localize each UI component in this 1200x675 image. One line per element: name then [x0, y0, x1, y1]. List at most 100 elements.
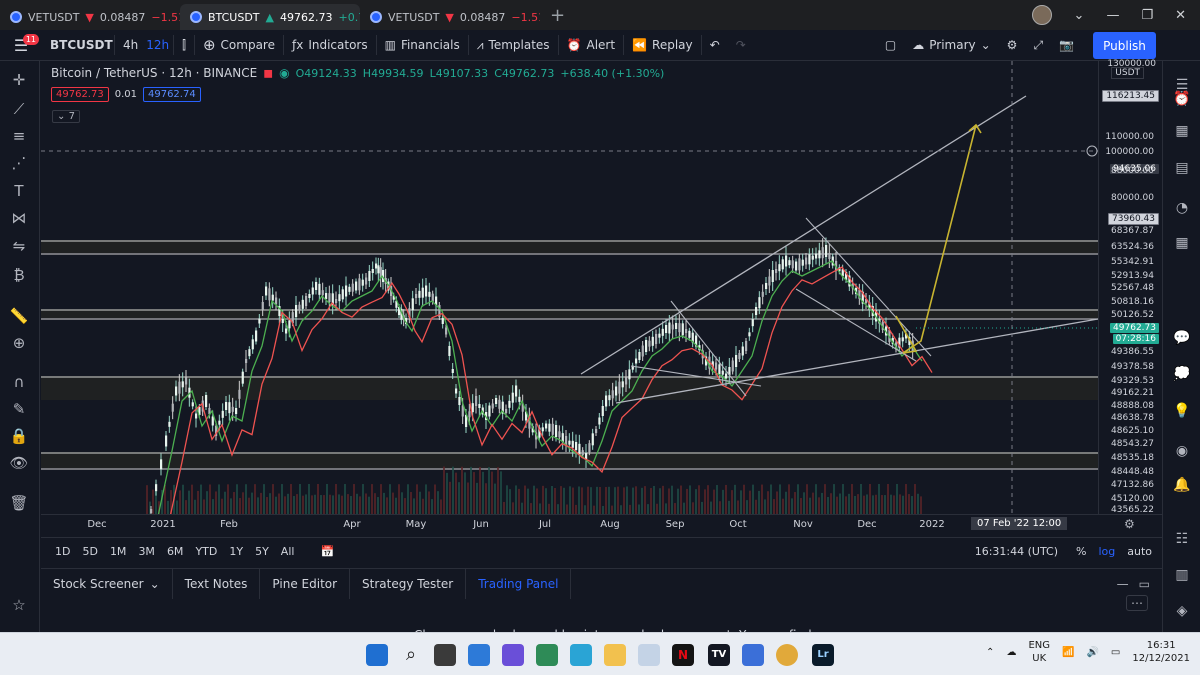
settings-button[interactable]: ⚙ — [999, 30, 1026, 61]
calendar-icon[interactable]: ▦ — [1172, 233, 1192, 253]
data-window-icon[interactable]: ▦ — [1172, 121, 1192, 141]
layers-icon[interactable]: ◈ — [1172, 601, 1192, 621]
hotlist-icon[interactable]: ◔ — [1172, 198, 1192, 218]
wifi-icon[interactable]: 📶 — [1062, 647, 1074, 658]
sell-price-button[interactable]: 49762.73 — [51, 87, 109, 102]
netflix-icon[interactable]: N — [672, 644, 694, 666]
ideas-icon[interactable]: 💭 — [1172, 364, 1192, 384]
browser-tab-vetusdt-2[interactable]: VETUSDT ▼ 0.08487 −1.51 ✕ — [360, 4, 540, 30]
battery-icon[interactable]: ▭ — [1111, 647, 1120, 658]
compare-button[interactable]: ⊕ Compare — [195, 30, 283, 61]
range-5y[interactable]: 5Y — [249, 545, 275, 558]
projection-icon[interactable]: ⋈ — [8, 207, 30, 229]
order-panel-icon[interactable]: ▥ — [1172, 565, 1192, 585]
task-view-icon[interactable] — [434, 644, 456, 666]
percent-scale-toggle[interactable]: % — [1076, 545, 1086, 558]
browser-tab-btcusdt[interactable]: BTCUSDT ▲ 49762.73 +0.7 ✕ — [180, 4, 360, 30]
store-icon[interactable] — [536, 644, 558, 666]
widgets-icon[interactable] — [468, 644, 490, 666]
pencil-lock-icon[interactable]: ✎ — [8, 398, 30, 420]
tradingview-icon[interactable]: TV — [708, 644, 730, 666]
redo-button[interactable]: ↷ — [728, 30, 754, 61]
fib-retracement-icon[interactable]: ≡ — [8, 125, 30, 147]
eye-icon[interactable]: 👁 — [8, 452, 30, 474]
range-5d[interactable]: 5D — [76, 545, 103, 558]
start-icon[interactable] — [366, 644, 388, 666]
symbol-title[interactable]: Bitcoin / TetherUS · 12h · BINANCE — [51, 66, 257, 80]
snapshot-button[interactable]: 📷 — [1051, 30, 1082, 61]
taskbar-clock[interactable]: 16:31 12/12/2021 — [1132, 639, 1190, 665]
ruler-icon[interactable]: 📏 — [8, 305, 30, 327]
interval-4h[interactable]: 4h — [115, 30, 142, 61]
volume-icon[interactable]: 🔊 — [1086, 647, 1098, 658]
alert-button[interactable]: ⏰ Alert — [559, 30, 624, 61]
price-scale[interactable]: USDT 130000.00 116213.45 110000.00 100000.00… — [1098, 59, 1162, 515]
magnet-icon[interactable]: ∩ — [8, 371, 30, 393]
layout-select[interactable]: ☁ Primary ⌄ — [904, 30, 998, 61]
range-6m[interactable]: 6M — [161, 545, 190, 558]
search-icon[interactable]: ⌕ — [400, 644, 422, 666]
undo-button[interactable]: ↶ — [702, 30, 728, 61]
pattern-icon[interactable]: ⋰ — [8, 152, 30, 174]
maximize-panel-icon[interactable]: ▭ — [1139, 577, 1150, 591]
alerts-clock-icon[interactable]: ⏰ — [1172, 89, 1192, 109]
lightroom-icon[interactable]: Lr — [812, 644, 834, 666]
layout-toggle-button[interactable]: ▢ — [877, 30, 904, 61]
close-window-icon[interactable]: ✕ — [1175, 8, 1186, 23]
streams-icon[interactable]: ◉ — [1172, 441, 1192, 461]
tab-pine-editor[interactable]: Pine Editor — [260, 569, 351, 599]
bitcoin-icon[interactable]: ₿ — [8, 264, 30, 286]
file-explorer-icon[interactable] — [604, 644, 626, 666]
range-1d[interactable]: 1D — [49, 545, 76, 558]
teams-chat-icon[interactable] — [502, 644, 524, 666]
chat-icon[interactable]: 💬 — [1172, 328, 1192, 348]
indicators-button[interactable]: ƒx Indicators — [284, 30, 376, 61]
more-options-icon[interactable]: ⋯ — [1126, 595, 1148, 611]
photos-icon[interactable] — [742, 644, 764, 666]
avatar[interactable] — [1031, 5, 1052, 25]
time-scale[interactable]: Dec 2021 Feb Apr May Jun Jul Aug Sep Oct… — [41, 514, 1162, 535]
log-scale-toggle[interactable]: log — [1098, 545, 1115, 558]
tab-trading-panel[interactable]: Trading Panel — [466, 569, 572, 599]
symbol-search-button[interactable]: BTCUSDT — [42, 30, 114, 61]
gear-icon[interactable]: ⚙ — [1124, 517, 1135, 531]
desktop-icon[interactable] — [570, 644, 592, 666]
measure-icon[interactable]: ⇋ — [8, 235, 30, 257]
replay-button[interactable]: ⏪ Replay — [624, 30, 701, 61]
financials-button[interactable]: ▥ Financials — [377, 30, 468, 61]
onedrive-icon[interactable]: ☁ — [1006, 647, 1016, 658]
chevron-up-icon[interactable]: ⌃ — [986, 647, 994, 658]
notifications-icon[interactable]: 🔔 — [1172, 475, 1192, 495]
tab-strategy-tester[interactable]: Strategy Tester — [350, 569, 467, 599]
trash-icon[interactable]: 🗑 — [8, 492, 30, 514]
range-1m[interactable]: 1M — [104, 545, 133, 558]
text-icon[interactable]: T — [8, 180, 30, 202]
chevron-down-icon[interactable]: ⌄ — [1074, 8, 1085, 23]
restore-icon[interactable]: ❐ — [1141, 8, 1153, 23]
dom-icon[interactable]: ☷ — [1172, 529, 1192, 549]
price-chart[interactable] — [41, 61, 1098, 514]
range-1y[interactable]: 1Y — [223, 545, 249, 558]
snipping-tool-icon[interactable] — [638, 644, 660, 666]
buy-price-button[interactable]: 49762.74 — [142, 87, 201, 102]
templates-button[interactable]: ⩘ Templates — [469, 30, 558, 61]
chart-pane[interactable] — [41, 61, 1098, 514]
new-tab-button[interactable]: + — [540, 4, 575, 30]
tab-stock-screener[interactable]: Stock Screener ⌄ — [41, 569, 173, 599]
menu-button[interactable]: ☰ 11 — [0, 30, 42, 61]
fullscreen-button[interactable]: ⤢ — [1025, 30, 1051, 61]
lock-icon[interactable]: 🔒 — [8, 425, 30, 447]
indicators-collapse-button[interactable]: ⌄ 7 — [52, 110, 80, 123]
range-all[interactable]: All — [275, 545, 301, 558]
goto-date-icon[interactable]: 📅 — [314, 545, 340, 558]
star-icon[interactable]: ☆ — [8, 594, 30, 616]
trendline-icon[interactable]: ⟋ — [8, 98, 30, 120]
minimize-icon[interactable]: — — [1106, 8, 1119, 23]
zoom-in-icon[interactable]: ⊕ — [8, 332, 30, 354]
publish-button[interactable]: Publish — [1093, 32, 1156, 59]
candles-style-button[interactable]: ⫿ — [174, 30, 194, 61]
lightbulb-icon[interactable]: 💡 — [1172, 401, 1192, 421]
auto-scale-toggle[interactable]: auto — [1127, 545, 1152, 558]
minimize-panel-icon[interactable]: — — [1117, 577, 1129, 591]
language-indicator[interactable]: ENG UK — [1028, 639, 1050, 665]
